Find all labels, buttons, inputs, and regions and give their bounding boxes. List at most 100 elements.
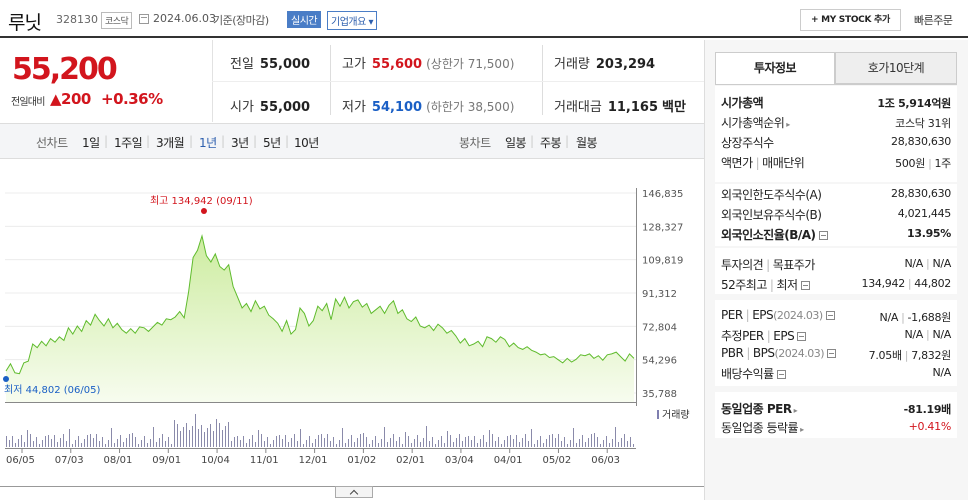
volume-bar bbox=[231, 441, 232, 447]
realtime-button[interactable]: 실시간 bbox=[287, 11, 322, 28]
x-tick-label: 12/01 bbox=[299, 455, 328, 466]
x-tick-label: 11/01 bbox=[250, 455, 279, 466]
volume-bar bbox=[9, 440, 10, 447]
volume-bar bbox=[12, 436, 13, 447]
volume-bar bbox=[105, 444, 106, 447]
volume-bar bbox=[222, 430, 223, 447]
volume-bar bbox=[312, 443, 313, 447]
volume-bar bbox=[387, 442, 388, 447]
y-tick-label: 35,788 bbox=[642, 389, 677, 400]
volume-bar bbox=[447, 431, 448, 447]
line-chart-label: 선차트 bbox=[36, 136, 68, 150]
volume-bar bbox=[207, 428, 208, 447]
volume-bar bbox=[414, 439, 415, 447]
volume-bar bbox=[66, 441, 67, 447]
volume-bar bbox=[630, 437, 631, 447]
volume-bar bbox=[279, 435, 280, 447]
collapse-chart-button[interactable] bbox=[335, 486, 373, 498]
candle-daily[interactable]: 일봉 bbox=[505, 134, 527, 151]
period-1w[interactable]: 1주일 bbox=[114, 134, 143, 151]
volume-bar bbox=[411, 443, 412, 447]
period-3y[interactable]: 3년 bbox=[231, 134, 249, 151]
open-cell: 시가 55,000 bbox=[230, 100, 311, 115]
quote-basis: 기준(장마감) bbox=[213, 14, 269, 27]
info-icon[interactable] bbox=[825, 311, 835, 320]
change-value: ▲200 bbox=[50, 90, 91, 108]
volume-bar bbox=[33, 441, 34, 447]
volume-bar bbox=[129, 434, 130, 447]
info-panel: 투자정보 호가10단계 시가총액 1조 5,914억원 시가총액순위 ▸ 코스닥 … bbox=[704, 40, 968, 500]
volume-bar bbox=[393, 434, 394, 447]
company-overview-dropdown[interactable]: 기업개요 ▾ bbox=[327, 11, 377, 30]
candle-weekly[interactable]: 주봉 bbox=[540, 134, 562, 151]
price-chart[interactable]: 146,835 128,327 109,819 91,312 72,804 54,296 3… bbox=[0, 183, 704, 483]
volume-bar bbox=[540, 436, 541, 447]
info-icon[interactable] bbox=[827, 349, 837, 358]
period-3m[interactable]: 3개월 bbox=[156, 134, 185, 151]
opinion-section: 투자의견 | 목표주가 N/A | N/A 52주최고 | 최저 134,942 | 44,80… bbox=[715, 248, 957, 294]
divider bbox=[330, 45, 331, 115]
y-tick-label: 109,819 bbox=[642, 256, 683, 267]
volume-bar bbox=[351, 435, 352, 447]
info-icon[interactable] bbox=[818, 231, 828, 240]
volume-bar bbox=[99, 441, 100, 447]
volume-bar bbox=[600, 444, 601, 447]
volume-bar bbox=[360, 434, 361, 447]
volume-bar bbox=[285, 435, 286, 447]
volume-bar bbox=[549, 435, 550, 447]
volume-bar bbox=[177, 424, 178, 447]
volume-bar bbox=[84, 439, 85, 447]
x-tick-label: 08/01 bbox=[104, 455, 133, 466]
divider bbox=[542, 45, 543, 115]
info-icon[interactable] bbox=[800, 281, 810, 290]
axis-line bbox=[5, 448, 636, 449]
volume-bar bbox=[348, 439, 349, 447]
stock-code: 328130 bbox=[56, 13, 98, 26]
volume-bar bbox=[186, 423, 187, 447]
period-10y[interactable]: 10년 bbox=[294, 134, 319, 151]
volume-bar bbox=[366, 437, 367, 447]
volume-bar bbox=[453, 442, 454, 447]
volume-bar bbox=[15, 443, 16, 447]
volume-bar bbox=[42, 440, 43, 447]
volume-bar bbox=[465, 437, 466, 447]
add-my-stock-button[interactable]: + MY STOCK 추가 bbox=[800, 9, 901, 31]
volume-bar bbox=[567, 444, 568, 447]
volume-bar bbox=[120, 435, 121, 447]
volume-bar bbox=[615, 427, 616, 447]
volume-bar bbox=[534, 444, 535, 447]
period-1y[interactable]: 1년 bbox=[199, 134, 217, 151]
volume-bar bbox=[60, 438, 61, 447]
volume-bar bbox=[516, 435, 517, 447]
volume-bar bbox=[204, 432, 205, 447]
volume-bar bbox=[111, 428, 112, 447]
volume-bar bbox=[276, 436, 277, 447]
volume-bar bbox=[450, 435, 451, 447]
volume-bar bbox=[303, 444, 304, 447]
volume-bar bbox=[627, 441, 628, 447]
volume-bar bbox=[525, 434, 526, 447]
tab-investment-info[interactable]: 투자정보 bbox=[715, 52, 835, 84]
change-label: 전일대비 bbox=[11, 97, 45, 108]
volume-bar bbox=[345, 443, 346, 447]
period-5y[interactable]: 5년 bbox=[263, 134, 281, 151]
volume-bar bbox=[189, 430, 190, 447]
volume-bar bbox=[27, 430, 28, 447]
volume-bar bbox=[498, 437, 499, 447]
tab-orderbook[interactable]: 호가10단계 bbox=[835, 52, 957, 84]
x-tick-label: 02/01 bbox=[396, 455, 425, 466]
quick-order-link[interactable]: 빠른주문 bbox=[914, 12, 953, 28]
x-tick-label: 06/05 bbox=[6, 455, 35, 466]
volume-bar bbox=[228, 422, 229, 447]
valuation-section: PER | EPS(2024.03) N/A | -1,688원 추정PER | EPS N… bbox=[715, 300, 957, 386]
info-icon[interactable] bbox=[797, 332, 807, 341]
candle-monthly[interactable]: 월봉 bbox=[576, 134, 598, 151]
x-tick-label: 04/01 bbox=[494, 455, 523, 466]
x-tick-label: 07/03 bbox=[55, 455, 84, 466]
info-icon[interactable] bbox=[776, 370, 786, 379]
volume-bar bbox=[405, 432, 406, 447]
volume-bar bbox=[537, 440, 538, 447]
volume-bar bbox=[180, 431, 181, 447]
volume-bar bbox=[18, 439, 19, 447]
period-1d[interactable]: 1일 bbox=[82, 134, 100, 151]
